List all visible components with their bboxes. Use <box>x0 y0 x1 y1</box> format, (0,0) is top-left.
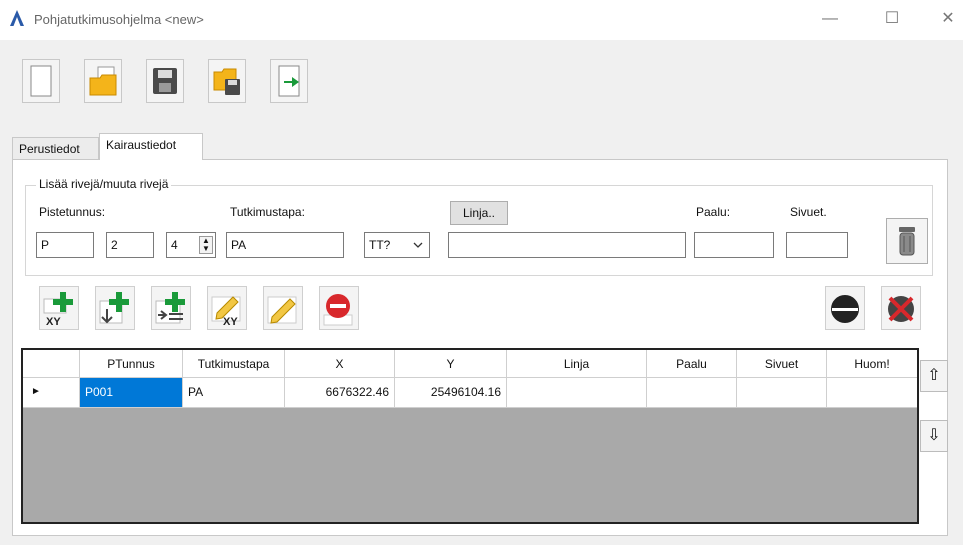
maximize-button[interactable]: ☐ <box>872 6 912 32</box>
add-rows-group: Lisää rivejä/muuta rivejä Pistetunnus: T… <box>25 177 933 276</box>
save-button[interactable] <box>146 59 184 103</box>
sivuet-field[interactable] <box>786 232 848 258</box>
cell-tutkimustapa[interactable]: PA <box>183 378 285 408</box>
half-circle-icon <box>831 295 859 323</box>
column-header-huom[interactable]: Huom! <box>827 350 917 378</box>
move-down-button[interactable]: ⇩ <box>920 420 948 452</box>
add-below-button[interactable] <box>95 286 135 330</box>
column-header-y[interactable]: Y <box>395 350 507 378</box>
paalu-label: Paalu: <box>696 205 731 219</box>
save-icon <box>153 68 177 94</box>
open-button[interactable] <box>84 59 122 103</box>
tutkimustapa-combo[interactable]: TT? <box>364 232 430 258</box>
column-header-sivuet[interactable]: Sivuet <box>737 350 827 378</box>
digits-stepper[interactable]: 4 ▲ ▼ <box>166 232 216 258</box>
edit-pencil-icon <box>267 296 297 324</box>
tab-page-kairaustiedot: Lisää rivejä/muuta rivejä Pistetunnus: T… <box>12 159 948 536</box>
delete-x-icon <box>888 296 914 322</box>
insert-row-icon <box>155 292 185 324</box>
svg-text:XY: XY <box>223 316 238 327</box>
prefix-field[interactable]: P <box>36 232 94 258</box>
row-header-corner <box>23 350 80 378</box>
group-title: Lisää rivejä/muuta rivejä <box>36 177 172 191</box>
save-as-icon <box>213 68 240 95</box>
save-as-button[interactable] <box>208 59 246 103</box>
cell-ptunnus[interactable]: P001 <box>80 378 183 408</box>
digits-value: 4 <box>171 238 178 252</box>
cell-sivuet[interactable] <box>737 378 827 408</box>
stepper-arrows-icon[interactable]: ▲ ▼ <box>199 236 213 254</box>
close-button[interactable]: ✕ <box>928 6 963 32</box>
pistetunnus-label: Pistetunnus: <box>39 205 106 219</box>
delete-row-button[interactable] <box>319 286 359 330</box>
row-indicator-icon[interactable]: ► <box>23 378 80 408</box>
table-row[interactable]: ► P001 PA 6676322.46 25496104.16 <box>23 378 917 408</box>
data-grid[interactable]: PTunnus Tutkimustapa X Y Linja Paalu Siv… <box>21 348 919 524</box>
cell-x[interactable]: 6676322.46 <box>285 378 395 408</box>
combo-value: TT? <box>369 238 391 252</box>
app-logo-icon <box>10 10 24 26</box>
linja-button[interactable]: Linja.. <box>450 201 508 225</box>
start-number-field[interactable]: 2 <box>106 232 154 258</box>
tab-kairaustiedot[interactable]: Kairaustiedot <box>99 133 203 160</box>
column-header-tutkimustapa[interactable]: Tutkimustapa <box>183 350 285 378</box>
add-xy-icon: XY <box>43 292 73 327</box>
column-header-linja[interactable]: Linja <box>507 350 647 378</box>
edit-xy-icon: XY <box>211 296 241 327</box>
window-client-area: Perustiedot Kairaustiedot Lisää rivejä/m… <box>0 40 963 545</box>
grid-header-row: PTunnus Tutkimustapa X Y Linja Paalu Siv… <box>23 350 917 378</box>
column-header-x[interactable]: X <box>285 350 395 378</box>
column-header-paalu[interactable]: Paalu <box>647 350 737 378</box>
edit-xy-button[interactable]: XY <box>207 286 247 330</box>
sivuet-label: Sivuet. <box>790 205 827 219</box>
window-title: Pohjatutkimusohjelma <new> <box>34 12 204 27</box>
open-folder-icon <box>89 66 117 96</box>
cell-paalu[interactable] <box>647 378 737 408</box>
cell-huom[interactable] <box>827 378 917 408</box>
column-header-ptunnus[interactable]: PTunnus <box>80 350 183 378</box>
cell-linja[interactable] <box>507 378 647 408</box>
move-up-button[interactable]: ⇧ <box>920 360 948 392</box>
tab-perustiedot[interactable]: Perustiedot <box>12 137 99 159</box>
linja-field[interactable] <box>448 232 686 258</box>
half-circle-button[interactable] <box>825 286 865 330</box>
clear-button[interactable] <box>886 218 928 264</box>
minimize-button[interactable]: — <box>810 6 850 32</box>
delete-all-button[interactable] <box>881 286 921 330</box>
delete-icon <box>323 294 353 326</box>
paalu-field[interactable] <box>694 232 774 258</box>
tutkimustapa-field[interactable]: PA <box>226 232 344 258</box>
tutkimustapa-label: Tutkimustapa: <box>230 205 305 219</box>
chevron-down-icon <box>413 242 423 248</box>
new-file-icon <box>30 65 52 97</box>
exit-button[interactable] <box>270 59 308 103</box>
title-bar: Pohjatutkimusohjelma <new> — ☐ ✕ <box>0 0 963 40</box>
add-below-icon <box>99 292 129 324</box>
cell-y[interactable]: 25496104.16 <box>395 378 507 408</box>
insert-row-button[interactable] <box>151 286 191 330</box>
svg-text:XY: XY <box>46 316 61 327</box>
add-xy-button[interactable]: XY <box>39 286 79 330</box>
exit-icon <box>278 65 300 97</box>
trash-can-icon <box>899 227 915 256</box>
new-button[interactable] <box>22 59 60 103</box>
edit-button[interactable] <box>263 286 303 330</box>
